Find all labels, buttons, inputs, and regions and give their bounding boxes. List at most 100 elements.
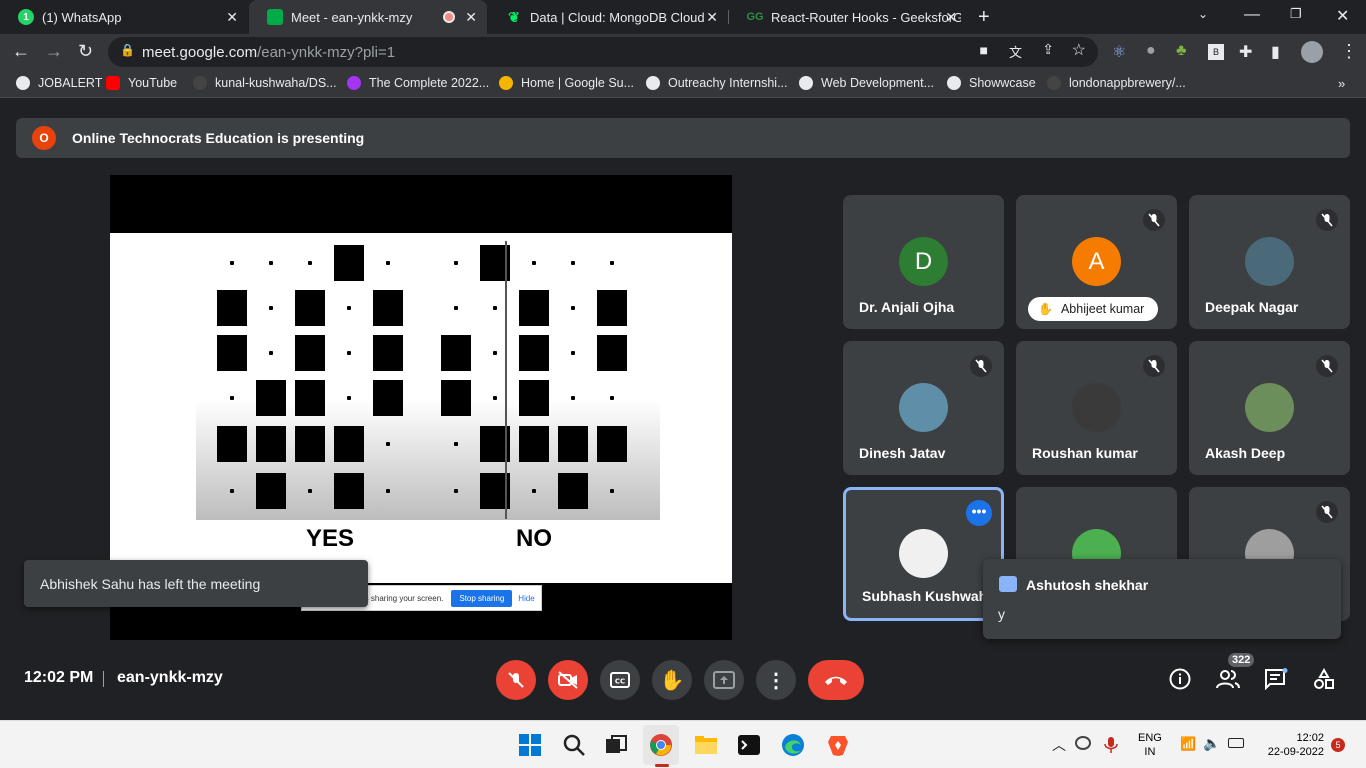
terminal-icon[interactable] (737, 733, 761, 757)
bookmark-showwcase[interactable]: Showwcase (947, 76, 1036, 90)
minimize-icon[interactable]: — (1244, 6, 1260, 24)
chat-sender: Ashutosh shekhar (1026, 577, 1149, 593)
captions-button[interactable]: CC (600, 660, 640, 700)
window-close-icon[interactable]: ✕ (1336, 6, 1349, 26)
extension-icon[interactable]: ● (1146, 42, 1156, 60)
forward-icon[interactable]: → (45, 41, 63, 62)
slide-square (519, 380, 549, 416)
side-panel-icon[interactable]: ▮ (1271, 42, 1280, 62)
url-path: /ean-ynkk-mzy?pli=1 (257, 43, 396, 61)
stop-sharing-button[interactable]: Stop sharing (451, 589, 513, 607)
notification-badge[interactable]: 5 (1331, 738, 1345, 752)
more-options-button[interactable]: ⋮ (756, 660, 796, 700)
slide-dot (347, 351, 351, 355)
tab-whatsapp[interactable]: 1 (1) WhatsApp ✕ (0, 0, 248, 34)
tree-extension-icon[interactable]: ♣ (1176, 42, 1187, 60)
bookmark-label: The Complete 2022... (369, 76, 490, 90)
bookmark-youtube[interactable]: YouTube (106, 76, 177, 90)
bookmark-outreachy[interactable]: Outreachy Internshi... (646, 76, 788, 90)
bookmark-jobalert[interactable]: JOBALERT (16, 76, 102, 90)
close-tab-icon[interactable]: ✕ (945, 9, 957, 26)
present-button[interactable] (704, 660, 744, 700)
camera-off-button[interactable] (548, 660, 588, 700)
mic-in-use-icon[interactable] (1104, 736, 1118, 754)
close-tab-icon[interactable]: ✕ (226, 9, 238, 26)
restore-icon[interactable]: ❐ (1290, 6, 1302, 22)
mic-muted-icon (970, 355, 992, 377)
participant-tile[interactable]: A ✋ Abhijeet kumar (1016, 195, 1177, 329)
bookmark-google-summer[interactable]: Home | Google Su... (499, 76, 634, 90)
mic-muted-icon (1143, 209, 1165, 231)
tile-more-options-icon[interactable]: ••• (966, 500, 992, 526)
address-bar[interactable]: 🔒 meet.google.com/ean-ynkk-mzy?pli=1 ■ 文… (108, 37, 1098, 67)
react-devtools-icon[interactable]: ⚛ (1112, 42, 1126, 62)
close-tab-icon[interactable]: ✕ (706, 9, 718, 26)
bookmark-github-kunal[interactable]: kunal-kushwaha/DS... (193, 76, 337, 90)
chrome-icon[interactable] (649, 733, 673, 757)
file-explorer-icon[interactable] (694, 733, 718, 757)
language-indicator[interactable]: ENG IN (1138, 731, 1162, 759)
present-icon (713, 671, 735, 689)
slide-dot (493, 306, 497, 310)
windows-start-icon[interactable] (518, 733, 542, 757)
participant-tile[interactable]: Akash Deep (1189, 341, 1350, 475)
hide-button[interactable]: Hide (518, 594, 534, 603)
task-view-icon[interactable] (604, 733, 628, 757)
camera-icon[interactable]: ■ (980, 42, 988, 58)
participant-tile[interactable]: D Dr. Anjali Ojha (843, 195, 1004, 329)
chat-notification[interactable]: Ashutosh shekhar y (983, 559, 1341, 639)
mic-off-button[interactable] (496, 660, 536, 700)
slide-dot (386, 442, 390, 446)
people-count-badge: 322 (1228, 653, 1255, 667)
close-tab-icon[interactable]: ✕ (465, 9, 477, 26)
battery-icon[interactable] (1228, 738, 1244, 748)
brave-icon[interactable] (826, 733, 850, 757)
tab-meet[interactable]: Meet - ean-ynkk-mzy ✕ (249, 0, 487, 34)
slide-label-no: NO (516, 525, 552, 552)
slide-square (441, 335, 471, 371)
back-icon[interactable]: ← (12, 41, 30, 62)
participant-tile[interactable]: Deepak Nagar (1189, 195, 1350, 329)
slide-dot (532, 489, 536, 493)
leave-call-button[interactable] (808, 660, 864, 700)
meet-control-bar: 12:02 PM ean-ynkk-mzy CC ✋ ⋮ 322 (0, 644, 1366, 716)
chat-button[interactable] (1264, 668, 1288, 695)
tray-chevron-icon[interactable]: ︿ (1052, 735, 1066, 755)
profile-avatar[interactable] (1301, 41, 1323, 63)
system-clock[interactable]: 12:02 22-09-2022 (1256, 731, 1324, 759)
translate-icon[interactable]: 文 (1009, 42, 1022, 61)
tab-search-icon[interactable]: ⌄ (1198, 7, 1208, 21)
slide-square (441, 380, 471, 416)
people-button[interactable] (1216, 668, 1240, 695)
participant-tile[interactable]: Dinesh Jatav (843, 341, 1004, 475)
menu-kebab-icon[interactable]: ⋮ (1340, 41, 1358, 62)
tab-mongodb[interactable]: ❦ Data | Cloud: MongoDB Cloud ✕ (488, 0, 728, 34)
participant-avatar (1245, 383, 1294, 432)
bookmark-label: Outreachy Internshi... (668, 76, 788, 90)
activities-button[interactable] (1313, 667, 1335, 695)
slide-dot (610, 396, 614, 400)
b-extension-icon[interactable]: B (1208, 44, 1224, 60)
participant-tile[interactable]: ••• Subhash Kushwaha (843, 487, 1004, 621)
bookmark-londonappbrewery[interactable]: londonappbrewery/... (1047, 76, 1186, 90)
new-tab-icon[interactable]: + (978, 6, 990, 29)
search-icon[interactable] (562, 733, 586, 757)
participant-tile[interactable]: Roushan kumar (1016, 341, 1177, 475)
meeting-details-button[interactable] (1169, 668, 1191, 695)
bookmark-udemy[interactable]: The Complete 2022... (347, 76, 489, 90)
bookmarks-overflow-icon[interactable]: » (1338, 76, 1345, 91)
volume-icon[interactable]: 🔈 (1203, 735, 1220, 752)
slide-dot (493, 351, 497, 355)
svg-text:CC: CC (615, 678, 625, 686)
onedrive-icon[interactable] (1075, 736, 1091, 750)
slide-square (334, 245, 364, 281)
extensions-puzzle-icon[interactable]: ✚ (1239, 42, 1252, 62)
share-icon[interactable]: ⇪ (1042, 41, 1054, 58)
bookmark-star-icon[interactable]: ☆ (1072, 40, 1086, 60)
wifi-icon[interactable]: 📶 (1180, 736, 1196, 752)
tab-gfg[interactable]: GG React-Router Hooks - GeeksforG ✕ (729, 0, 967, 34)
raise-hand-button[interactable]: ✋ (652, 660, 692, 700)
bookmark-webdev[interactable]: Web Development... (799, 76, 934, 90)
edge-icon[interactable] (781, 733, 805, 757)
reload-icon[interactable]: ↻ (78, 41, 93, 62)
